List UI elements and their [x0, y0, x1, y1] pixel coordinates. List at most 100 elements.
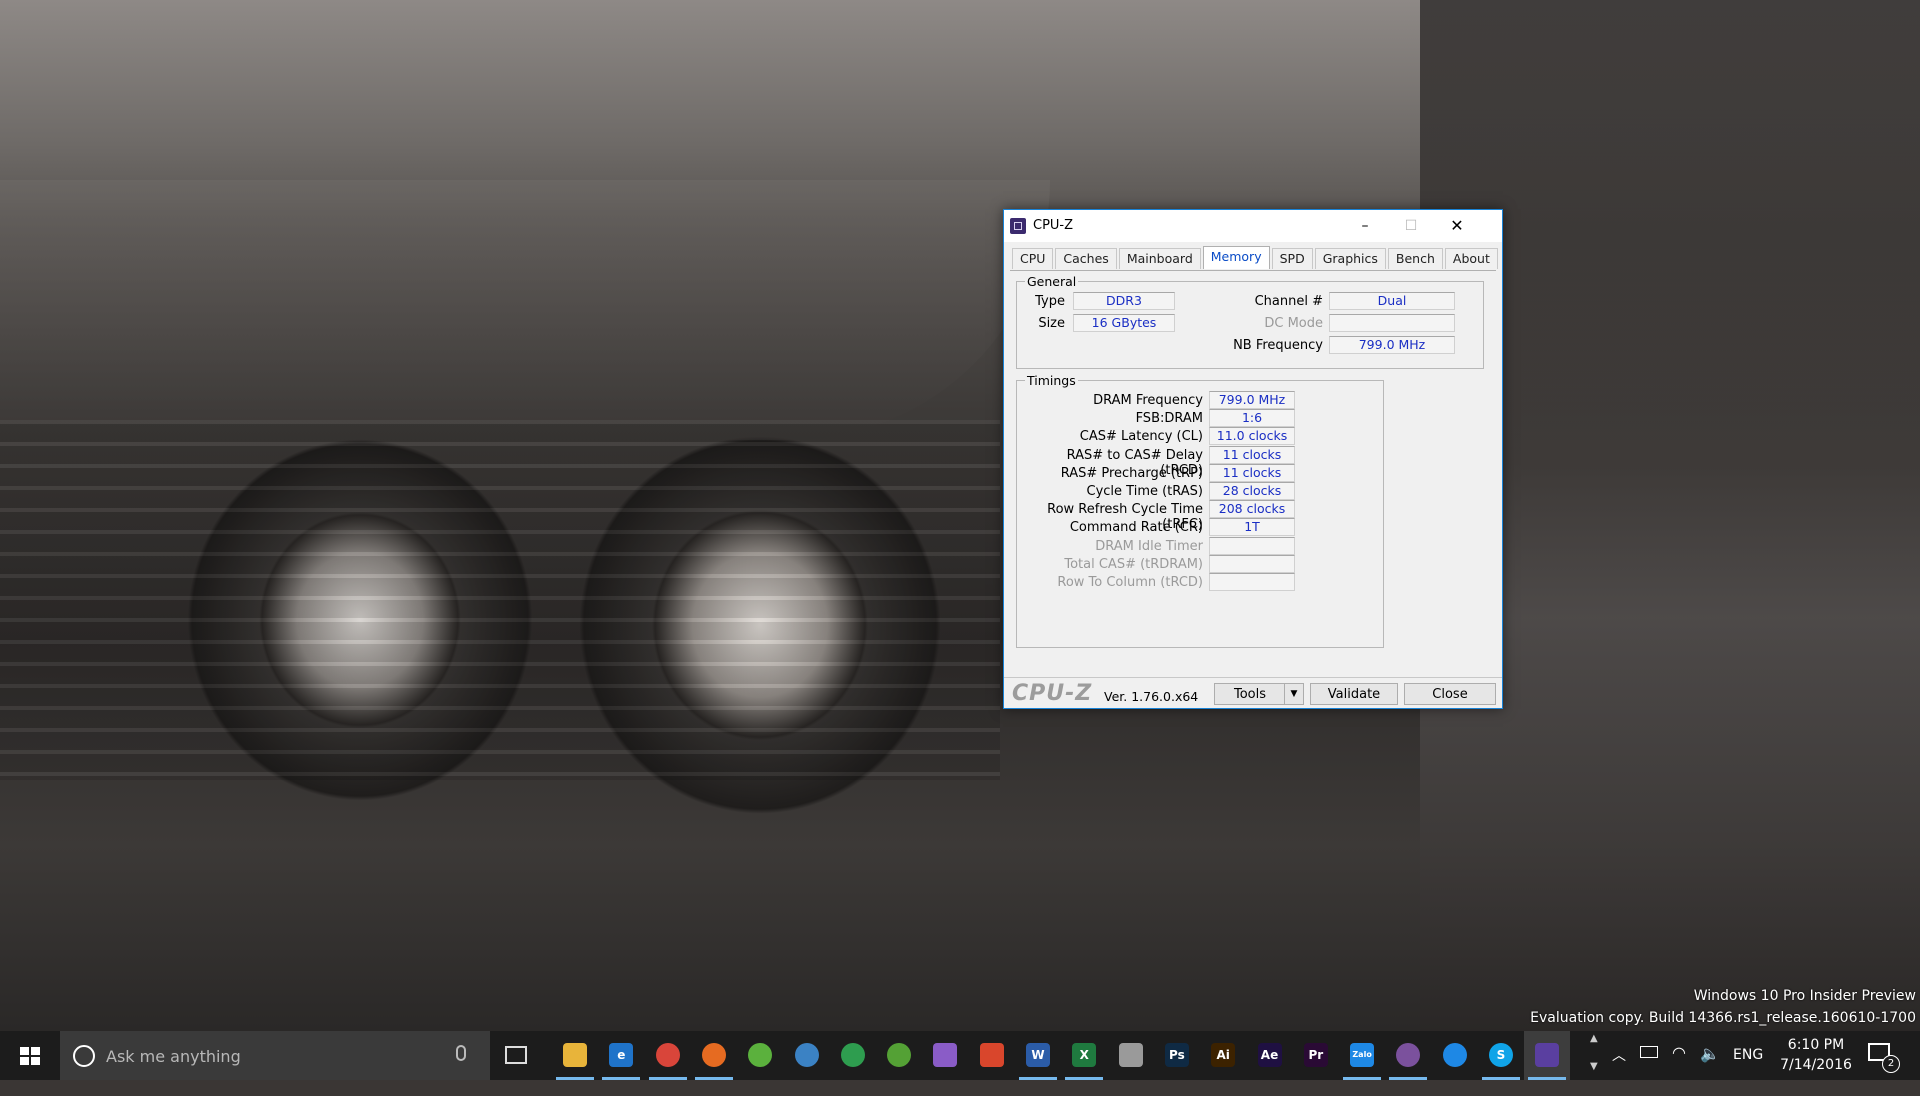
timing-label: CAS# Latency (CL)	[1079, 429, 1203, 445]
tab-about[interactable]: About	[1444, 248, 1498, 269]
maximize-button[interactable]: ☐	[1388, 210, 1434, 242]
language-indicator[interactable]: ENG	[1733, 1047, 1763, 1096]
chevron-up-icon[interactable]: ▲	[1590, 1033, 1598, 1044]
edge-icon: e	[609, 1043, 634, 1067]
premiere-icon: Pr	[1303, 1043, 1328, 1067]
taskbar-app-photoshop[interactable]: Ps	[1154, 1031, 1200, 1080]
tab-mainboard[interactable]: Mainboard	[1118, 248, 1201, 269]
tab-memory[interactable]: Memory	[1202, 246, 1270, 269]
timing-value	[1209, 554, 1295, 573]
timing-label: Command Rate (CR)	[1069, 520, 1203, 536]
taskbar-app-cpu-z[interactable]	[1524, 1031, 1571, 1080]
taskbar-app-file-explorer[interactable]	[552, 1031, 598, 1080]
taskbar-app-viber[interactable]	[1385, 1031, 1431, 1080]
clock-time: 6:10 PM	[1787, 1037, 1845, 1053]
version-text: Ver. 1.76.0.x64	[1104, 689, 1199, 704]
zalo-icon: Zalo	[1350, 1043, 1375, 1067]
notification-count-badge: 2	[1882, 1055, 1900, 1073]
desktop-wallpaper	[0, 0, 1920, 1031]
tab-caches[interactable]: Caches	[1055, 248, 1117, 269]
cpuz-brand-logo: CPU-Z	[1012, 681, 1093, 706]
taskbar-app-zalo[interactable]: Zalo	[1339, 1031, 1385, 1080]
after-effects-icon: Ae	[1257, 1043, 1282, 1067]
greenshot-icon	[748, 1043, 773, 1067]
close-window-button[interactable]: ✕	[1434, 210, 1480, 242]
phone-app-icon	[1118, 1043, 1143, 1067]
cpuz-app-icon	[1010, 218, 1026, 234]
tab-graphics[interactable]: Graphics	[1314, 248, 1386, 269]
taskbar-app-visual-studio[interactable]	[922, 1031, 968, 1080]
validate-button[interactable]: Validate	[1310, 683, 1398, 705]
taskbar-app-illustrator[interactable]: Ai	[1200, 1031, 1246, 1080]
windows-logo-icon	[20, 1047, 40, 1065]
volume-icon[interactable]: 🔈	[1700, 1044, 1720, 1093]
type-value: DDR3	[1073, 292, 1175, 310]
taskbar-app-chrome[interactable]	[645, 1031, 691, 1080]
window-titlebar[interactable]: CPU-Z – ☐ ✕	[1004, 210, 1502, 242]
taskbar-app-app-blue-globe[interactable]	[784, 1031, 830, 1080]
taskbar-app-firefox[interactable]	[691, 1031, 737, 1080]
taskbar-app-word[interactable]: W	[1015, 1031, 1061, 1080]
timing-value: 11 clocks	[1209, 463, 1295, 482]
taskbar-app-excel[interactable]: X	[1061, 1031, 1107, 1080]
timing-value: 1T	[1209, 518, 1295, 537]
file-explorer-icon	[563, 1043, 587, 1067]
taskbar-app-greenshot[interactable]	[737, 1031, 783, 1080]
taskbar-app-phone-app[interactable]	[1108, 1031, 1154, 1080]
dc-mode-value	[1329, 314, 1455, 332]
timing-label: Total CAS# (tRDRAM)	[1064, 556, 1203, 572]
timing-value	[1209, 573, 1295, 591]
photoshop-icon: Ps	[1164, 1043, 1189, 1067]
task-view-icon[interactable]	[505, 1046, 527, 1064]
firefox-icon	[701, 1043, 726, 1067]
timing-value: 11.0 clocks	[1209, 427, 1295, 446]
microphone-icon[interactable]	[456, 1045, 466, 1061]
timing-value: 1:6	[1209, 409, 1295, 428]
clock[interactable]: 6:10 PM 7/14/2016	[1768, 1035, 1864, 1075]
tab-spd[interactable]: SPD	[1271, 248, 1313, 269]
taskbar-app-utorrent[interactable]	[876, 1031, 922, 1080]
search-input[interactable]	[104, 1031, 448, 1082]
dc-mode-label: DC Mode	[1264, 316, 1323, 331]
app-blue-globe-icon	[794, 1043, 819, 1067]
window-title: CPU-Z	[1033, 218, 1074, 233]
tools-button[interactable]: Tools ▼	[1214, 683, 1304, 705]
wifi-icon[interactable]: ◠	[1672, 1043, 1686, 1092]
taskbar-app-skype[interactable]: S	[1478, 1031, 1524, 1080]
general-legend: General	[1025, 274, 1079, 289]
close-button[interactable]: Close	[1404, 683, 1496, 705]
start-button[interactable]	[0, 1031, 60, 1080]
visual-studio-icon	[933, 1043, 958, 1067]
tab-bench[interactable]: Bench	[1387, 248, 1443, 269]
taskbar-app-premiere[interactable]: Pr	[1293, 1031, 1339, 1080]
taskbar-app-after-effects[interactable]: Ae	[1247, 1031, 1293, 1080]
taskbar-app-app-color-wheel[interactable]	[830, 1031, 876, 1080]
battery-icon[interactable]	[1640, 1046, 1658, 1058]
timing-value: 799.0 MHz	[1209, 391, 1295, 409]
chevron-down-icon[interactable]: ▼	[1590, 1061, 1598, 1072]
show-hidden-icons[interactable]: ︿	[1612, 1045, 1626, 1094]
wallpaper-grille	[0, 420, 1000, 780]
taskbar-app-messenger[interactable]	[1432, 1031, 1478, 1080]
tab-strip: CPU Caches Mainboard Memory SPD Graphics Bench…	[1012, 246, 1500, 270]
chrome-icon	[655, 1043, 680, 1067]
chevron-down-icon[interactable]: ▼	[1284, 684, 1303, 704]
clock-date: 7/14/2016	[1780, 1057, 1852, 1073]
general-group: General Type DDR3 Size 16 GBytes Channel…	[1016, 274, 1484, 369]
memory-tab-panel: General Type DDR3 Size 16 GBytes Channel…	[1010, 270, 1496, 671]
illustrator-icon: Ai	[1211, 1043, 1236, 1067]
tab-cpu[interactable]: CPU	[1012, 248, 1054, 269]
word-icon: W	[1026, 1043, 1050, 1067]
utorrent-icon	[887, 1043, 912, 1067]
messenger-icon	[1442, 1043, 1467, 1067]
cortana-search-box[interactable]	[60, 1031, 490, 1082]
taskbar-app-shield-app[interactable]	[969, 1031, 1015, 1080]
taskbar-scroll[interactable]: ▲ ▼	[1588, 1031, 1604, 1080]
taskbar: eWXPsAiAePrZaloS ▲ ▼ ︿ ◠ 🔈 ENG 6:10 PM 7…	[0, 1031, 1920, 1082]
taskbar-app-edge[interactable]: e	[598, 1031, 644, 1080]
minimize-button[interactable]: –	[1342, 210, 1388, 242]
cortana-icon	[73, 1045, 95, 1067]
size-value: 16 GBytes	[1073, 314, 1175, 332]
excel-icon: X	[1072, 1043, 1097, 1067]
timing-label: FSB:DRAM	[1135, 411, 1203, 427]
